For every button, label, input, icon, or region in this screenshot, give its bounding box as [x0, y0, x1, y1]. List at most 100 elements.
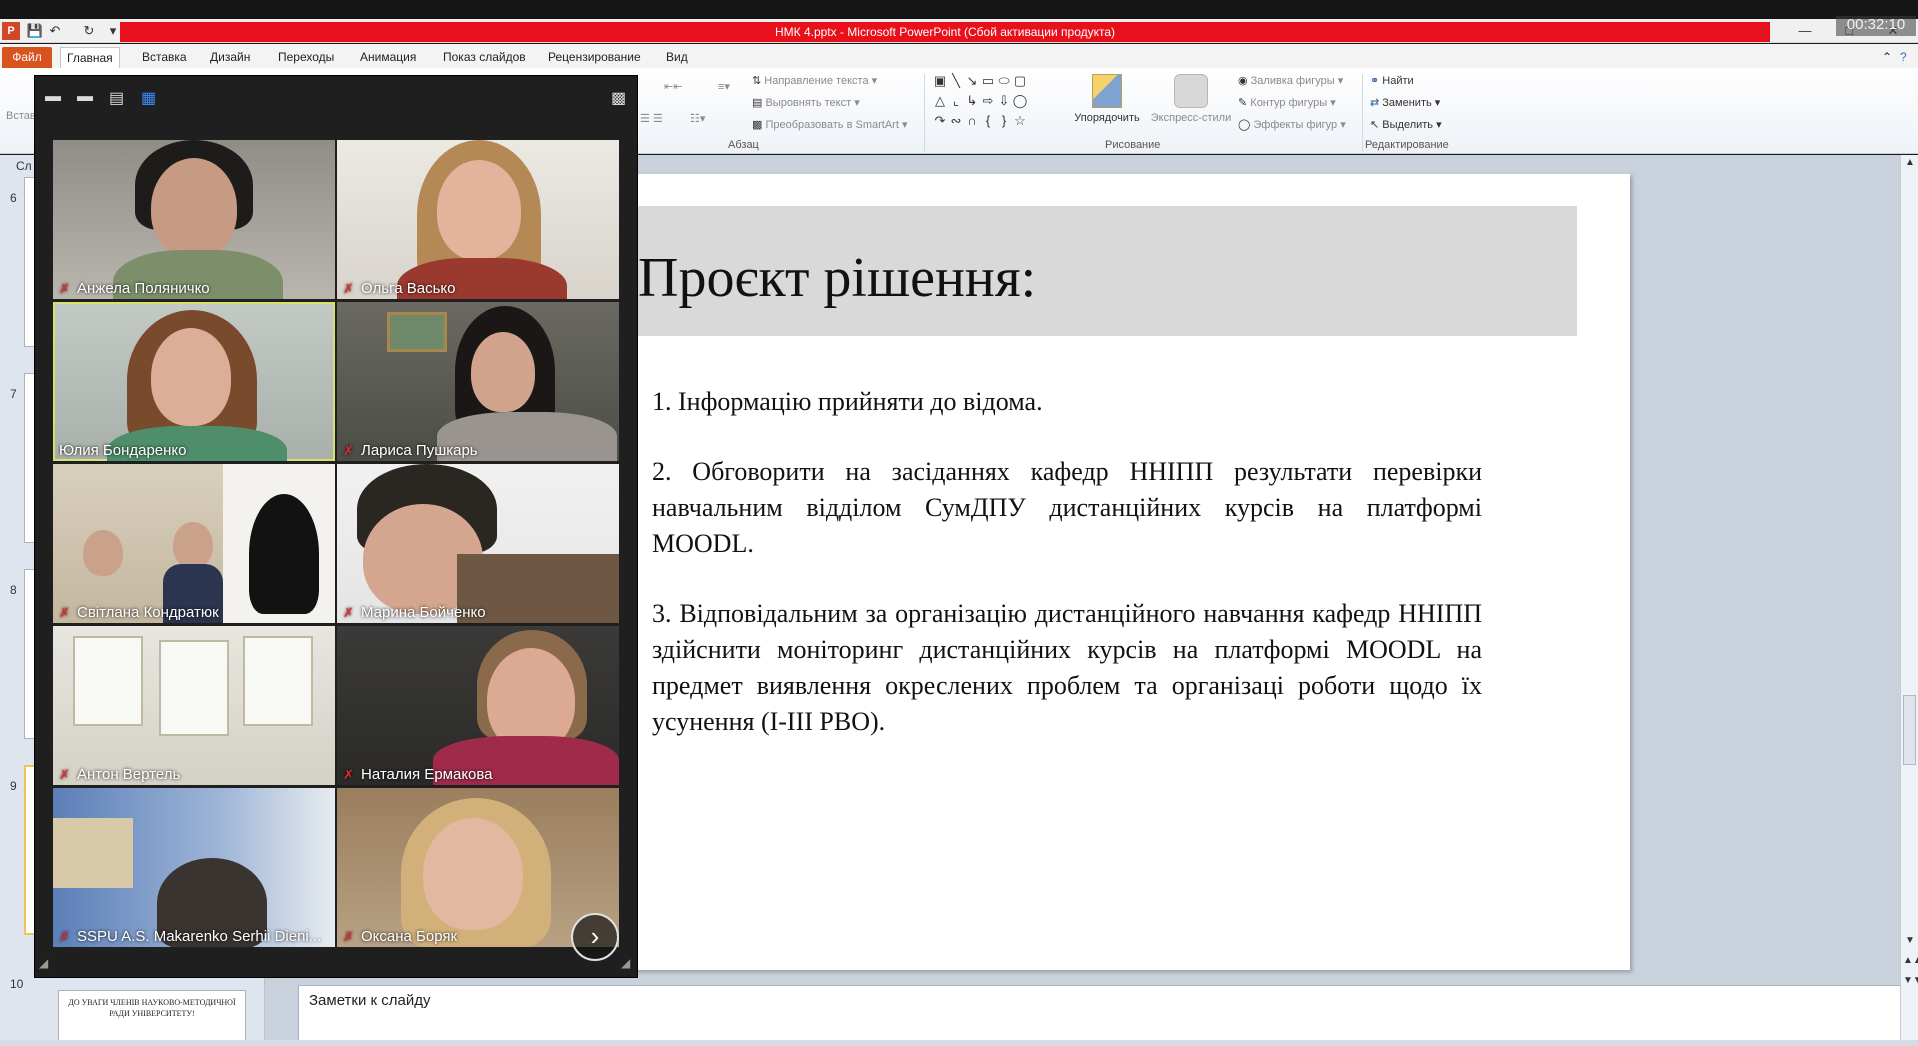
- participant-video: [471, 332, 535, 412]
- tab-design[interactable]: Дизайн: [204, 47, 256, 68]
- minimize-panel-icon[interactable]: ▬: [45, 88, 61, 106]
- tab-transitions[interactable]: Переходы: [272, 47, 340, 68]
- tab-insert[interactable]: Вставка: [136, 47, 193, 68]
- paste-button[interactable]: Встав: [6, 110, 36, 122]
- curve-shape-icon[interactable]: ∾: [948, 113, 964, 129]
- participant-tile[interactable]: ✗ Світлана Кондратюк: [53, 464, 335, 623]
- participant-tile[interactable]: ✗ Марина Бойченко: [337, 464, 619, 623]
- scroll-down-icon[interactable]: ▼: [1903, 935, 1917, 946]
- decrease-indent-button[interactable]: ⇤⇤: [664, 80, 682, 93]
- elbow-connector-icon[interactable]: ⌞: [948, 93, 964, 109]
- muted-mic-icon: ✗: [59, 929, 70, 944]
- video-conference-panel[interactable]: ▬ ▬ ▤ ▦ ▩ ✗ Анжела Поляничко ✗ Ольга Васьк…: [34, 75, 638, 978]
- paint-bucket-icon: ◉: [1238, 75, 1251, 87]
- speaker-view-icon[interactable]: ▤: [109, 88, 124, 108]
- right-arrow-shape-icon[interactable]: ⇨: [980, 93, 996, 109]
- muted-mic-icon: ✗: [343, 281, 354, 296]
- vertical-scrollbar[interactable]: ▲ ▼ ▲▲ ▼▼: [1900, 155, 1918, 1046]
- gallery-view-icon[interactable]: ▦: [141, 88, 156, 108]
- ribbon-separator: [924, 74, 925, 152]
- participant-name: Ольга Васько: [361, 280, 456, 297]
- resize-handle-icon[interactable]: ◢: [621, 956, 630, 970]
- tab-file[interactable]: Файл: [2, 47, 52, 68]
- help-icon[interactable]: ?: [1894, 47, 1913, 68]
- line-shape-icon[interactable]: ╲: [948, 73, 964, 89]
- connector-icon[interactable]: ↳: [964, 93, 980, 109]
- participant-name: Антон Вертель: [77, 766, 181, 783]
- participant-name: Наталия Ермакова: [361, 766, 493, 783]
- minimize-button[interactable]: —: [1790, 21, 1820, 41]
- oval-shape-icon[interactable]: ⬭: [996, 73, 1012, 89]
- callout-shape-icon[interactable]: ◯: [1012, 93, 1028, 109]
- participant-video: [159, 640, 229, 736]
- notes-placeholder: Заметки к слайду: [309, 992, 431, 1009]
- participant-tile[interactable]: ✗ Наталия Ермакова: [337, 626, 619, 785]
- effects-icon: ◯: [1238, 119, 1254, 131]
- quick-styles-icon: [1174, 74, 1208, 108]
- triangle-shape-icon[interactable]: △: [932, 93, 948, 109]
- quick-styles-button[interactable]: Экспресс-стили: [1146, 74, 1236, 124]
- next-slide-icon[interactable]: ▼▼: [1903, 975, 1918, 986]
- slide-thumbnail[interactable]: ДО УВАГИ ЧЛЕНІВ НАУКОВО-МЕТОДИЧНОЇ РАДИ …: [58, 990, 246, 1046]
- resize-handle-icon[interactable]: ◢: [39, 956, 48, 970]
- star-shape-icon[interactable]: ☆: [1012, 113, 1028, 129]
- text-direction-button[interactable]: ⇅ Направление текста ▾: [752, 74, 877, 87]
- single-view-icon[interactable]: ▬: [77, 88, 93, 106]
- rounded-rect-shape-icon[interactable]: ▢: [1012, 73, 1028, 89]
- scroll-up-icon[interactable]: ▲: [1903, 157, 1917, 168]
- participant-tile[interactable]: ✗ Антон Вертель: [53, 626, 335, 785]
- justify-button[interactable]: ☰ ☰: [640, 112, 663, 125]
- shapes-gallery[interactable]: ▣ ╲ ↘ ▭ ⬭ ▢ △ ⌞ ↳ ⇨ ⇩ ◯ ↷ ∾ ∩{} ☆: [932, 72, 1062, 132]
- freeform-shape-icon[interactable]: ∩: [964, 113, 980, 129]
- participant-tile[interactable]: ✗ Лариса Пушкарь: [337, 302, 619, 461]
- exit-minimized-icon[interactable]: ▩: [611, 88, 626, 108]
- arrange-button[interactable]: Упорядочить: [1072, 74, 1142, 124]
- tab-view[interactable]: Вид: [660, 47, 694, 68]
- video-panel-toolbar: ▬ ▬ ▤ ▦ ▩: [35, 76, 639, 122]
- columns-button[interactable]: ☷▾: [690, 112, 705, 125]
- slide-title[interactable]: Проєкт рішення:: [638, 246, 1036, 310]
- slide-item: 2. Обговорити на засіданнях кафедр ННІПП…: [652, 457, 1482, 558]
- participant-tile[interactable]: ✗ Анжела Поляничко: [53, 140, 335, 299]
- select-button[interactable]: ↖ Выделить ▾: [1370, 118, 1442, 131]
- tab-animation[interactable]: Анимация: [354, 47, 422, 68]
- down-arrow-shape-icon[interactable]: ⇩: [996, 93, 1012, 109]
- title-bar: P 💾 ↶ ↻ ▾ НМК 4.pptx - Microsoft PowerPo…: [0, 19, 1918, 43]
- participant-tile[interactable]: ✗ SSPU A.S. Makarenko Serhii Dieni...: [53, 788, 335, 947]
- line-spacing-button[interactable]: ≡▾: [718, 80, 730, 93]
- next-page-button[interactable]: ›: [571, 913, 619, 961]
- shape-fill-button[interactable]: ◉ Заливка фигуры ▾: [1238, 74, 1343, 87]
- right-brace-shape-icon[interactable]: }: [996, 113, 1012, 129]
- find-button[interactable]: ⚭ Найти: [1370, 74, 1414, 87]
- replace-button[interactable]: ⇄ Заменить ▾: [1370, 96, 1440, 109]
- scroll-thumb[interactable]: [1903, 695, 1916, 765]
- tab-slideshow[interactable]: Показ слайдов: [437, 47, 532, 68]
- redo-icon[interactable]: ↻: [80, 22, 98, 40]
- undo-icon[interactable]: ↶: [46, 22, 64, 40]
- previous-slide-icon[interactable]: ▲▲: [1903, 955, 1918, 966]
- save-icon[interactable]: 💾: [26, 22, 44, 40]
- align-text-button[interactable]: ▤ Выровнять текст ▾: [752, 96, 860, 109]
- tab-review[interactable]: Рецензирование: [542, 47, 647, 68]
- ribbon-separator: [1362, 74, 1363, 152]
- slide-canvas[interactable]: Проєкт рішення: 1. Інформацію прийняти д…: [600, 174, 1630, 970]
- tab-home[interactable]: Главная: [60, 47, 120, 68]
- participant-tile[interactable]: ✗ Ольга Васько: [337, 140, 619, 299]
- notes-pane[interactable]: Заметки к слайду: [298, 985, 1912, 1046]
- shape-effects-button[interactable]: ◯ Эффекты фигур ▾: [1238, 118, 1346, 131]
- left-brace-shape-icon[interactable]: {: [980, 113, 996, 129]
- muted-mic-icon: ✗: [343, 605, 354, 620]
- curved-arrow-shape-icon[interactable]: ↷: [932, 113, 948, 129]
- participant-video: [387, 312, 447, 352]
- textbox-shape-icon[interactable]: ▣: [932, 73, 948, 89]
- rectangle-shape-icon[interactable]: ▭: [980, 73, 996, 89]
- convert-smartart-button[interactable]: ▩ Преобразовать в SmartArt ▾: [752, 118, 907, 131]
- participant-tile-active-speaker[interactable]: Юлия Бондаренко: [53, 302, 335, 461]
- arrow-line-shape-icon[interactable]: ↘: [964, 73, 980, 89]
- slide-body[interactable]: 1. Інформацію прийняти до відома. 2. Обг…: [652, 384, 1482, 774]
- participant-name: Лариса Пушкарь: [361, 442, 478, 459]
- participant-video: [249, 494, 319, 614]
- participant-video: [73, 636, 143, 726]
- shape-outline-button[interactable]: ✎ Контур фигуры ▾: [1238, 96, 1336, 109]
- cursor-icon: ↖: [1370, 119, 1383, 131]
